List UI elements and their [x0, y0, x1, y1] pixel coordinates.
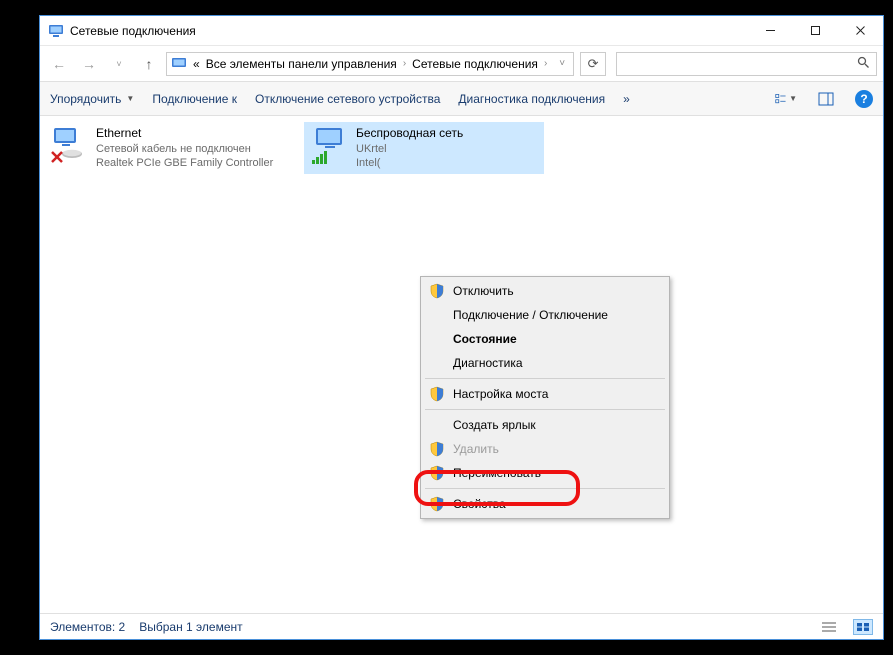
- connection-ethernet[interactable]: Ethernet Сетевой кабель не подключен Rea…: [44, 122, 294, 174]
- details-view-button[interactable]: [819, 619, 839, 635]
- cm-bridge[interactable]: Настройка моста: [423, 382, 667, 406]
- separator: [425, 488, 665, 489]
- breadcrumb-icon: [171, 56, 187, 72]
- network-connections-window: Сетевые подключения ← → ˅ ↑ « Все элемен…: [39, 15, 884, 640]
- chevron-right-icon[interactable]: ›: [542, 58, 549, 69]
- cm-connect-disconnect[interactable]: Подключение / Отключение: [423, 303, 667, 327]
- cm-status[interactable]: Состояние: [423, 327, 667, 351]
- connection-name: Беспроводная сеть: [356, 126, 463, 142]
- shield-icon: [429, 465, 445, 481]
- statusbar: Элементов: 2 Выбран 1 элемент: [40, 613, 883, 639]
- connection-adapter: Realtek PCIe GBE Family Controller: [96, 156, 273, 170]
- search-icon: [857, 56, 870, 72]
- shield-icon: [429, 496, 445, 512]
- shield-icon: [429, 386, 445, 402]
- cm-rename[interactable]: Переименовать: [423, 461, 667, 485]
- cm-disable[interactable]: Отключить: [423, 279, 667, 303]
- wifi-icon: [310, 126, 350, 166]
- cm-create-shortcut[interactable]: Создать ярлык: [423, 413, 667, 437]
- more-commands-button[interactable]: »: [623, 92, 630, 106]
- help-button[interactable]: ?: [855, 90, 873, 108]
- separator: [425, 378, 665, 379]
- connect-to-button[interactable]: Подключение к: [152, 92, 237, 106]
- breadcrumb-part-1[interactable]: Все элементы панели управления: [204, 57, 399, 71]
- shield-icon: [429, 283, 445, 299]
- status-selected: Выбран 1 элемент: [139, 620, 242, 634]
- nav-forward-button[interactable]: →: [76, 51, 102, 77]
- large-icons-view-button[interactable]: [853, 619, 873, 635]
- organize-menu[interactable]: Упорядочить ▼: [50, 92, 134, 106]
- nav-up-button[interactable]: ↑: [136, 51, 162, 77]
- connection-text: Беспроводная сеть UKrtel Intel(: [356, 126, 463, 170]
- content-area[interactable]: Ethernet Сетевой кабель не подключен Rea…: [40, 116, 883, 613]
- breadcrumb[interactable]: « Все элементы панели управления › Сетев…: [166, 52, 574, 76]
- ethernet-icon: [50, 126, 90, 166]
- diagnose-button[interactable]: Диагностика подключения: [458, 92, 605, 106]
- breadcrumb-prefix: «: [191, 57, 202, 71]
- connection-ssid: UKrtel: [356, 142, 463, 156]
- disable-device-button[interactable]: Отключение сетевого устройства: [255, 92, 440, 106]
- cm-diagnose[interactable]: Диагностика: [423, 351, 667, 375]
- preview-pane-button[interactable]: [815, 88, 837, 110]
- view-options-button[interactable]: ▼: [775, 88, 797, 110]
- app-icon: [48, 23, 64, 39]
- nav-recent-dropdown[interactable]: ˅: [106, 51, 132, 77]
- titlebar: Сетевые подключения: [40, 16, 883, 46]
- window-controls: [748, 16, 883, 45]
- minimize-button[interactable]: [748, 16, 793, 45]
- chevron-right-icon[interactable]: ›: [401, 58, 408, 69]
- chevron-down-icon: ▼: [789, 94, 797, 103]
- connection-name: Ethernet: [96, 126, 273, 142]
- chevron-down-icon: ▼: [126, 94, 134, 103]
- close-button[interactable]: [838, 16, 883, 45]
- cm-delete[interactable]: Удалить: [423, 437, 667, 461]
- window-title: Сетевые подключения: [70, 24, 748, 38]
- connection-adapter: Intel(: [356, 156, 463, 170]
- chevron-down-icon[interactable]: ˅: [553, 58, 571, 69]
- breadcrumb-part-2[interactable]: Сетевые подключения: [410, 57, 540, 71]
- search-input[interactable]: [616, 52, 877, 76]
- connection-status: Сетевой кабель не подключен: [96, 142, 273, 156]
- maximize-button[interactable]: [793, 16, 838, 45]
- toolbar: Упорядочить ▼ Подключение к Отключение с…: [40, 82, 883, 116]
- context-menu: Отключить Подключение / Отключение Состо…: [420, 276, 670, 519]
- navbar: ← → ˅ ↑ « Все элементы панели управления…: [40, 46, 883, 82]
- connection-wifi[interactable]: Беспроводная сеть UKrtel Intel(: [304, 122, 544, 174]
- cm-properties[interactable]: Свойства: [423, 492, 667, 516]
- status-item-count: Элементов: 2: [50, 620, 125, 634]
- refresh-button[interactable]: ⟳: [580, 52, 606, 76]
- nav-back-button[interactable]: ←: [46, 51, 72, 77]
- shield-icon: [429, 441, 445, 457]
- connection-text: Ethernet Сетевой кабель не подключен Rea…: [96, 126, 273, 170]
- separator: [425, 409, 665, 410]
